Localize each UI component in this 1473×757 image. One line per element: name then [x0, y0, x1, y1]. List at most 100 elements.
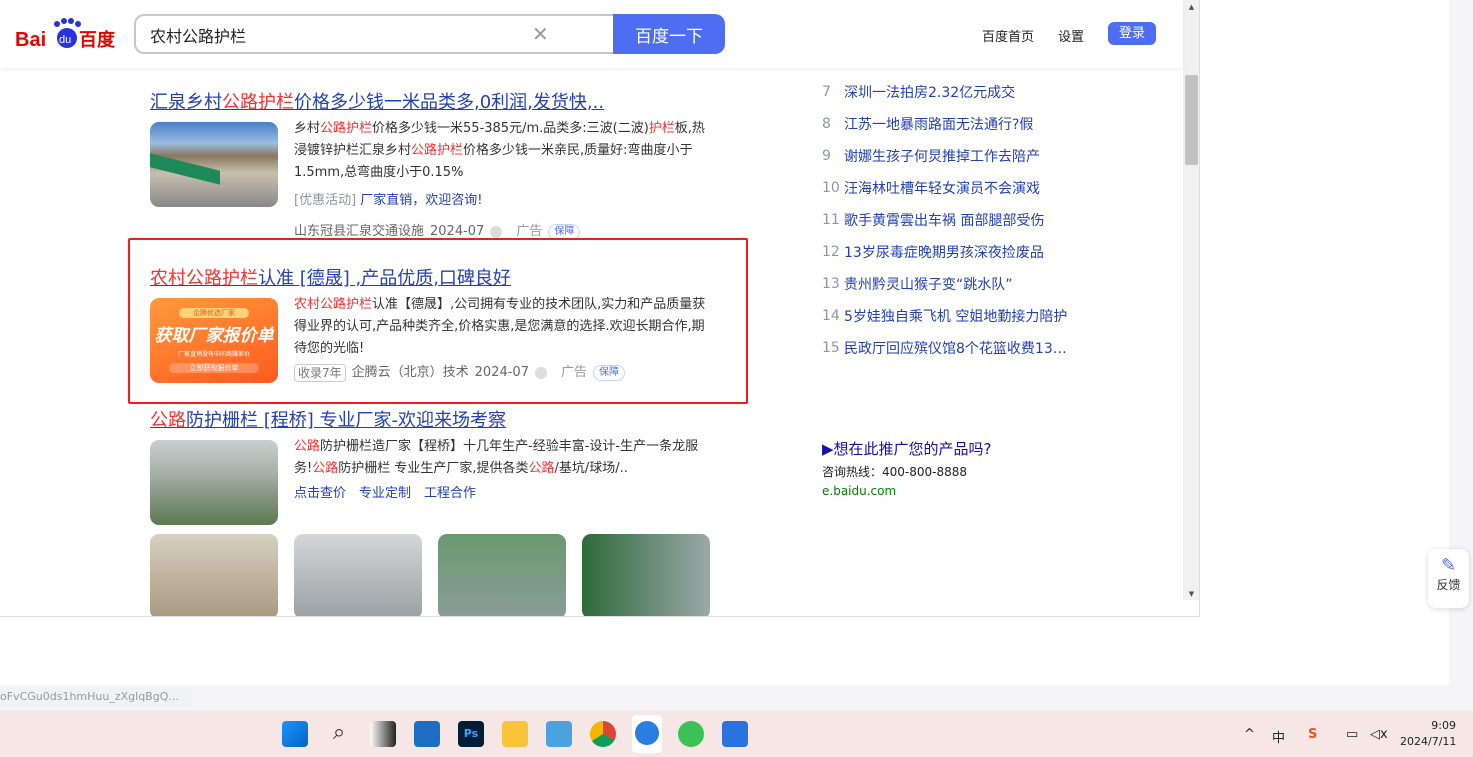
info-icon[interactable]: [534, 367, 547, 379]
search-box: ✕: [134, 14, 614, 54]
photoshop-icon[interactable]: Ps: [458, 721, 484, 747]
scroll-up-icon[interactable]: ▲: [1183, 3, 1199, 11]
hot-rank: 8: [822, 116, 831, 132]
hot-rank: 9: [822, 148, 831, 164]
hot-title[interactable]: 民政厅回应殡仪馆8个花篮收费138…: [844, 338, 1074, 358]
login-button[interactable]: 登录: [1108, 22, 1156, 45]
title-highlight: 公路护栏: [222, 92, 294, 113]
hot-search-item[interactable]: 8 江苏一地暴雨路面无法通行?假: [822, 108, 1074, 140]
hot-search-item[interactable]: 12 13岁尿毒症晚期男孩深夜捡废品: [822, 236, 1074, 268]
svg-text:Bai: Bai: [15, 29, 46, 50]
windows-start-icon[interactable]: [282, 721, 308, 747]
chevron-up-icon[interactable]: ^: [1244, 727, 1255, 742]
sub-links: 点击查价 专业定制 工程合作: [294, 483, 714, 505]
widgets-icon[interactable]: [414, 721, 440, 747]
wechat-icon[interactable]: [678, 721, 704, 747]
thumb-top: 企腾优选厂家: [179, 308, 249, 318]
baidu-logo[interactable]: Bai du 百度: [15, 18, 120, 50]
clear-icon[interactable]: ✕: [532, 22, 549, 46]
hot-title[interactable]: 13岁尿毒症晚期男孩深夜捡废品: [844, 242, 1044, 262]
result-description: 农村公路护栏认准【德晟】,公司拥有专业的技术团队,实力和产品质量获得业界的认可,…: [294, 297, 706, 356]
promo-link[interactable]: 厂家直销，欢迎咨询!: [360, 193, 482, 208]
hot-title[interactable]: 5岁娃独自乘飞机 空姐地勤接力陪护: [844, 306, 1067, 326]
search-input[interactable]: [150, 25, 530, 44]
result-description: 公路防护栅栏造厂家【程桥】十几年生产-经验丰富-设计-生产一条龙服务!公路防护栅…: [294, 439, 699, 476]
feedback-button[interactable]: ✎ 反馈: [1428, 549, 1469, 608]
taskbar: ⌕ Ps ^ 中 S ▭ ◁x 9:09 2024/7/11: [0, 710, 1473, 757]
volume-muted-icon[interactable]: ◁x: [1370, 727, 1388, 742]
hot-rank: 11: [822, 212, 840, 228]
notepad-icon[interactable]: [546, 721, 572, 747]
hot-rank: 15: [822, 340, 840, 356]
search-button[interactable]: 百度一下: [613, 14, 725, 54]
result-meta: 收录7年 企腾云（北京）技术 2024-07 广告 保障: [294, 362, 714, 384]
app-icon[interactable]: [722, 721, 748, 747]
date: 2024-07: [474, 365, 529, 380]
quote-thumbnail[interactable]: 企腾优选厂家 获取厂家报价单 厂家直销没有中间商赚差价 立即获取报价单: [150, 298, 278, 383]
sub-link[interactable]: 专业定制: [359, 483, 411, 505]
hot-title[interactable]: 江苏一地暴雨路面无法通行?假: [844, 114, 1033, 134]
ad-result: 农村公路护栏认准 [德晟] ,产品优质,口碑良好 企腾优选厂家 获取厂家报价单 …: [150, 264, 705, 383]
fence-image[interactable]: [294, 534, 422, 616]
hot-title[interactable]: 汪海林吐槽年轻女演员不会演戏: [844, 178, 1040, 198]
hot-search-item[interactable]: 13 贵州黔灵山猴子变“跳水队”: [822, 268, 1074, 300]
result-title-link[interactable]: 公路防护栅栏 [程桥] 专业厂家-欢迎来场考察: [150, 410, 506, 431]
info-icon[interactable]: [490, 226, 503, 238]
svg-text:百度: 百度: [79, 29, 116, 50]
chrome-icon[interactable]: [590, 721, 616, 747]
hot-rank: 14: [822, 308, 840, 324]
hot-rank: 12: [822, 244, 840, 260]
thumb-button: 立即获取报价单: [169, 363, 259, 373]
guardrail-thumbnail[interactable]: [150, 122, 278, 207]
hot-search-item[interactable]: 7 深圳一法拍房2.32亿元成交: [822, 76, 1074, 108]
hot-search-item[interactable]: 14 5岁娃独自乘飞机 空姐地勤接力陪护: [822, 300, 1074, 332]
hot-title[interactable]: 贵州黔灵山猴子变“跳水队”: [844, 274, 1013, 294]
file-explorer-icon[interactable]: [502, 721, 528, 747]
header: Bai du 百度 ✕ 百度一下 百度首页 设置 登录: [0, 0, 1183, 68]
hot-search-item[interactable]: 11 歌手黄霄雲出车祸 面部腿部受伤: [822, 204, 1074, 236]
sogou-browser-icon[interactable]: [632, 715, 662, 753]
ad-label: 广告: [560, 365, 587, 380]
indexed-tag: 收录7年: [294, 364, 346, 382]
guarantee-badge[interactable]: 保障: [593, 365, 625, 381]
sub-link[interactable]: 工程合作: [424, 483, 476, 505]
ad-result: 汇泉乡村公路护栏价格多少钱一米品类多,0利润,发货快,.. 乡村公路护栏价格多少…: [150, 88, 705, 240]
hot-search-item[interactable]: 10 汪海林吐槽年轻女演员不会演戏: [822, 172, 1074, 204]
network-icon[interactable]: ▭: [1346, 727, 1358, 742]
feedback-label: 反馈: [1436, 578, 1461, 592]
fence-image[interactable]: [150, 534, 278, 616]
fence-image[interactable]: [582, 534, 710, 616]
promote-box: ▶想在此推广您的产品吗? 咨询热线：400-800-8888 e.baidu.c…: [822, 438, 992, 498]
task-view-icon[interactable]: [370, 721, 396, 747]
promote-site[interactable]: e.baidu.com: [822, 484, 992, 498]
search-icon[interactable]: ⌕: [326, 721, 352, 747]
promote-link[interactable]: ▶想在此推广您的产品吗?: [822, 438, 992, 459]
title-part: 汇泉乡村: [150, 92, 222, 113]
fence-thumbnail[interactable]: [150, 440, 278, 525]
source: 企腾云（北京）技术: [351, 365, 469, 380]
ime-indicator[interactable]: 中: [1272, 727, 1285, 746]
hot-title[interactable]: 谢娜生孩子何炅推掉工作去陪产: [844, 146, 1040, 166]
fence-image[interactable]: [438, 534, 566, 616]
sub-link[interactable]: 点击查价: [294, 483, 346, 505]
hotline: 咨询热线：400-800-8888: [822, 465, 968, 479]
clock[interactable]: 9:09 2024/7/11: [1400, 718, 1456, 750]
title-part: 价格多少钱一米品类多,0利润,发货快,..: [294, 92, 605, 113]
sogou-ime-icon[interactable]: S: [1308, 727, 1317, 742]
scroll-down-icon[interactable]: ▼: [1183, 590, 1199, 598]
edit-icon: ✎: [1440, 555, 1457, 576]
hot-search-item[interactable]: 9 谢娜生孩子何炅推掉工作去陪产: [822, 140, 1074, 172]
hot-rank: 13: [822, 276, 840, 292]
settings-link[interactable]: 设置: [1058, 26, 1084, 45]
result-title-link[interactable]: 汇泉乡村公路护栏价格多少钱一米品类多,0利润,发货快,..: [150, 92, 604, 113]
hot-rank: 10: [822, 180, 840, 196]
promo-line: [优惠活动] 厂家直销，欢迎咨询!: [294, 190, 714, 212]
home-link[interactable]: 百度首页: [982, 26, 1034, 45]
hot-search-item[interactable]: 15 民政厅回应殡仪馆8个花篮收费138…: [822, 332, 1074, 364]
hot-title[interactable]: 深圳一法拍房2.32亿元成交: [844, 82, 1015, 102]
scrollbar-thumb[interactable]: [1185, 75, 1198, 165]
result-title-link[interactable]: 农村公路护栏认准 [德晟] ,产品优质,口碑良好: [150, 268, 511, 289]
status-url: oFvCGu0ds1hmHuu_zXglqBgQ...: [0, 687, 193, 707]
search-results-viewport: Bai du 百度 ✕ 百度一下 百度首页 设置 登录 汇泉乡村公路护栏价格多少…: [0, 0, 1200, 617]
hot-title[interactable]: 歌手黄霄雲出车祸 面部腿部受伤: [844, 210, 1044, 230]
